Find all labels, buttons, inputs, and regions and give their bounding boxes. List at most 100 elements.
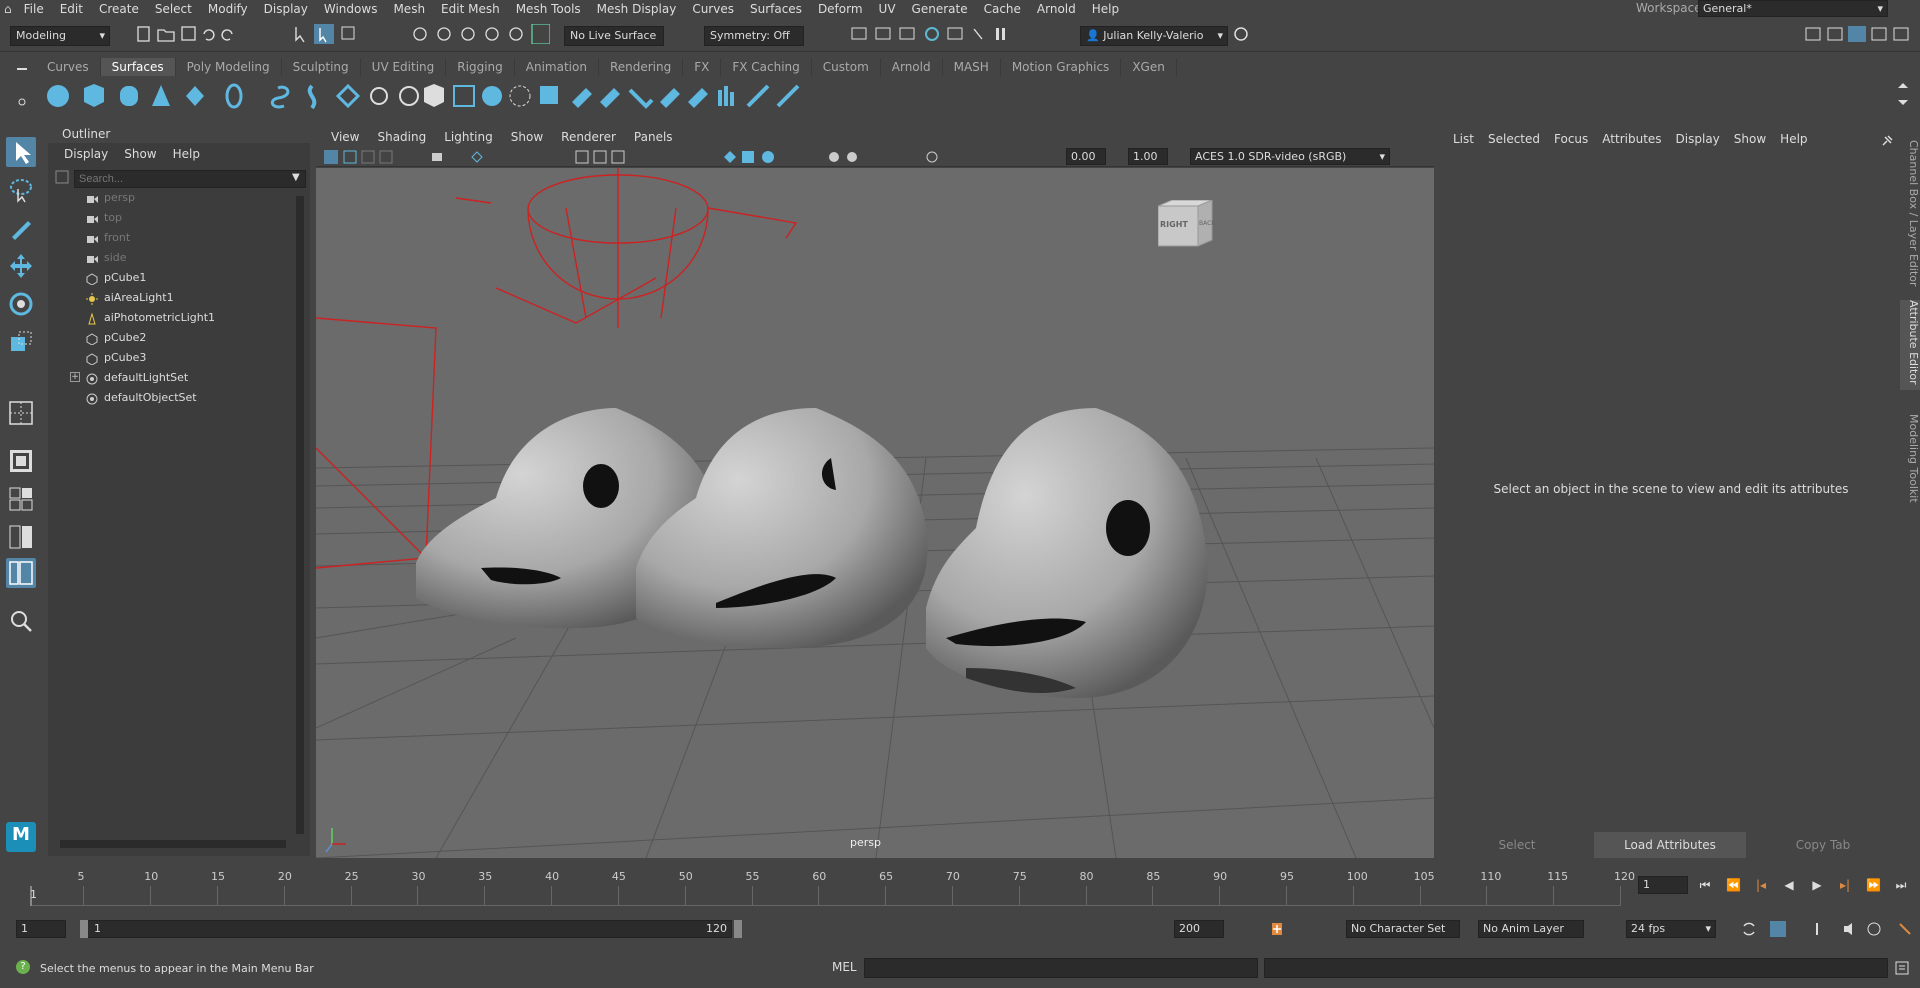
menu-surfaces[interactable]: Surfaces	[742, 2, 810, 16]
next-key-icon[interactable]: ▸|	[1838, 878, 1852, 892]
menu-windows[interactable]: Windows	[316, 2, 386, 16]
ae-menu-selected[interactable]: Selected	[1481, 132, 1547, 152]
menu-select[interactable]: Select	[147, 2, 200, 16]
outliner-menu-display[interactable]: Display	[56, 145, 116, 163]
play-forward-icon[interactable]: ▶	[1810, 878, 1824, 892]
layout-single-pane[interactable]	[6, 398, 36, 428]
tab-rendering[interactable]: Rendering	[599, 58, 684, 76]
workspace-select[interactable]: General* ▾	[1698, 0, 1888, 17]
view-cube[interactable]: RIGHT BACK	[1157, 199, 1215, 247]
menu-arnold[interactable]: Arnold	[1029, 2, 1084, 16]
menu-mesh[interactable]: Mesh	[385, 2, 433, 16]
user-account-field[interactable]: 👤 Julian Kelly-Valerio ▾	[1080, 26, 1228, 46]
mel-label[interactable]: MEL	[832, 960, 857, 974]
tab-mash[interactable]: MASH	[943, 58, 1001, 76]
menu-file[interactable]: File	[16, 2, 52, 16]
mel-command-input[interactable]	[864, 958, 1258, 978]
ae-load-attributes-button[interactable]: Load Attributes	[1594, 832, 1746, 858]
viewport-menu-panels[interactable]: Panels	[625, 130, 682, 144]
script-editor-icon[interactable]	[1894, 960, 1910, 976]
anim-layer-select[interactable]: No Anim Layer	[1478, 920, 1584, 938]
tab-surfaces[interactable]: Surfaces	[100, 58, 176, 76]
tab-fx-caching[interactable]: FX Caching	[721, 58, 812, 76]
outliner-scrollbar[interactable]	[296, 196, 304, 834]
range-slider-end-handle[interactable]	[734, 920, 742, 938]
file-tools-icons[interactable]	[136, 24, 246, 44]
pin-icon[interactable]	[1880, 134, 1894, 148]
maya-logo-icon[interactable]: M	[6, 822, 36, 852]
ae-menu-display[interactable]: Display	[1669, 132, 1727, 152]
menu-deform[interactable]: Deform	[810, 2, 871, 16]
paint-select-tool[interactable]	[6, 213, 36, 243]
ae-menu-attributes[interactable]: Attributes	[1595, 132, 1668, 152]
color-space-select[interactable]: ACES 1.0 SDR-video (sRGB) ▾	[1190, 148, 1390, 165]
menu-generate[interactable]: Generate	[904, 2, 976, 16]
side-tab-modeling-toolkit[interactable]: Modeling Toolkit	[1900, 414, 1920, 514]
range-slider-start-handle[interactable]	[80, 920, 88, 938]
menu-mesh-tools[interactable]: Mesh Tools	[508, 2, 589, 16]
tab-xgen[interactable]: XGen	[1121, 58, 1177, 76]
side-tab-attribute-editor[interactable]: Attribute Editor	[1900, 300, 1920, 390]
tab-sculpting[interactable]: Sculpting	[282, 58, 361, 76]
layout-two-pane[interactable]	[6, 522, 36, 552]
tab-custom[interactable]: Custom	[812, 58, 881, 76]
menu-uv[interactable]: UV	[871, 2, 904, 16]
chevron-down-icon[interactable]: ▼	[292, 172, 300, 183]
outliner-item-pcube2[interactable]: pCube2	[104, 328, 146, 348]
lasso-tool[interactable]	[6, 175, 36, 205]
panel-layout-icons[interactable]	[1804, 24, 1914, 44]
viewport-3d[interactable]: RIGHT BACK persp	[316, 168, 1434, 858]
tab-poly-modeling[interactable]: Poly Modeling	[176, 58, 282, 76]
render-icons[interactable]	[850, 24, 1040, 44]
menu-curves[interactable]: Curves	[684, 2, 742, 16]
fps-select[interactable]: 24 fps ▾	[1626, 920, 1716, 938]
tab-motion-graphics[interactable]: Motion Graphics	[1001, 58, 1122, 76]
outliner-item-pcube1[interactable]: pCube1	[104, 268, 146, 288]
gamma-field[interactable]: 1.00	[1128, 148, 1168, 165]
outliner-item-persp[interactable]: persp	[104, 188, 135, 208]
search-tool[interactable]	[6, 606, 36, 636]
scale-tool[interactable]	[6, 327, 36, 357]
rotate-tool[interactable]	[6, 289, 36, 319]
shelf-tool-icons[interactable]	[44, 82, 944, 112]
side-tab-channel-box[interactable]: Channel Box / Layer Editor	[1900, 140, 1920, 290]
select-tool[interactable]	[6, 137, 36, 167]
home-icon[interactable]: ⌂	[0, 2, 16, 16]
menu-edit-mesh[interactable]: Edit Mesh	[433, 2, 508, 16]
ae-menu-focus[interactable]: Focus	[1547, 132, 1595, 152]
tab-uv-editing[interactable]: UV Editing	[361, 58, 447, 76]
outliner-menu-show[interactable]: Show	[116, 145, 164, 163]
play-backward-icon[interactable]: ◀	[1782, 878, 1796, 892]
menu-modify[interactable]: Modify	[200, 2, 256, 16]
viewport-tool-icons[interactable]	[322, 149, 1062, 165]
tab-arnold[interactable]: Arnold	[881, 58, 943, 76]
move-tool[interactable]	[6, 251, 36, 281]
tab-animation[interactable]: Animation	[515, 58, 599, 76]
playback-option-icons[interactable]	[1740, 920, 1920, 938]
outliner-item-aiarealight1[interactable]: aiAreaLight1	[104, 288, 174, 308]
animation-start-field[interactable]: 1	[16, 920, 66, 938]
outliner-item-top[interactable]: top	[104, 208, 122, 228]
outliner-item-defaultlightset[interactable]: defaultLightSet	[104, 368, 188, 388]
outliner-item-pcube3[interactable]: pCube3	[104, 348, 146, 368]
ae-menu-show[interactable]: Show	[1727, 132, 1773, 152]
current-frame-field[interactable]: 1	[1638, 876, 1688, 894]
menu-cache[interactable]: Cache	[976, 2, 1029, 16]
menu-display[interactable]: Display	[256, 2, 316, 16]
step-forward-icon[interactable]: ⏩	[1866, 878, 1881, 892]
layout-four-pane[interactable]	[6, 446, 36, 476]
viewport-menu-renderer[interactable]: Renderer	[552, 130, 625, 144]
viewport-menu-lighting[interactable]: Lighting	[435, 130, 502, 144]
menu-create[interactable]: Create	[91, 2, 147, 16]
viewport-menu-view[interactable]: View	[322, 130, 368, 144]
ae-select-button[interactable]: Select	[1444, 832, 1590, 858]
ae-menu-help[interactable]: Help	[1773, 132, 1814, 152]
menu-mesh-display[interactable]: Mesh Display	[589, 2, 685, 16]
help-icon[interactable]: ?	[16, 960, 30, 974]
outliner-item-front[interactable]: front	[104, 228, 130, 248]
viewport-menu-show[interactable]: Show	[502, 130, 552, 144]
outliner-hscrollbar[interactable]	[60, 840, 286, 848]
shelf-menu-icon[interactable]	[14, 60, 30, 116]
mode-select[interactable]: Modeling ▾	[10, 26, 110, 46]
go-to-end-icon[interactable]: ⏭	[1894, 878, 1908, 892]
